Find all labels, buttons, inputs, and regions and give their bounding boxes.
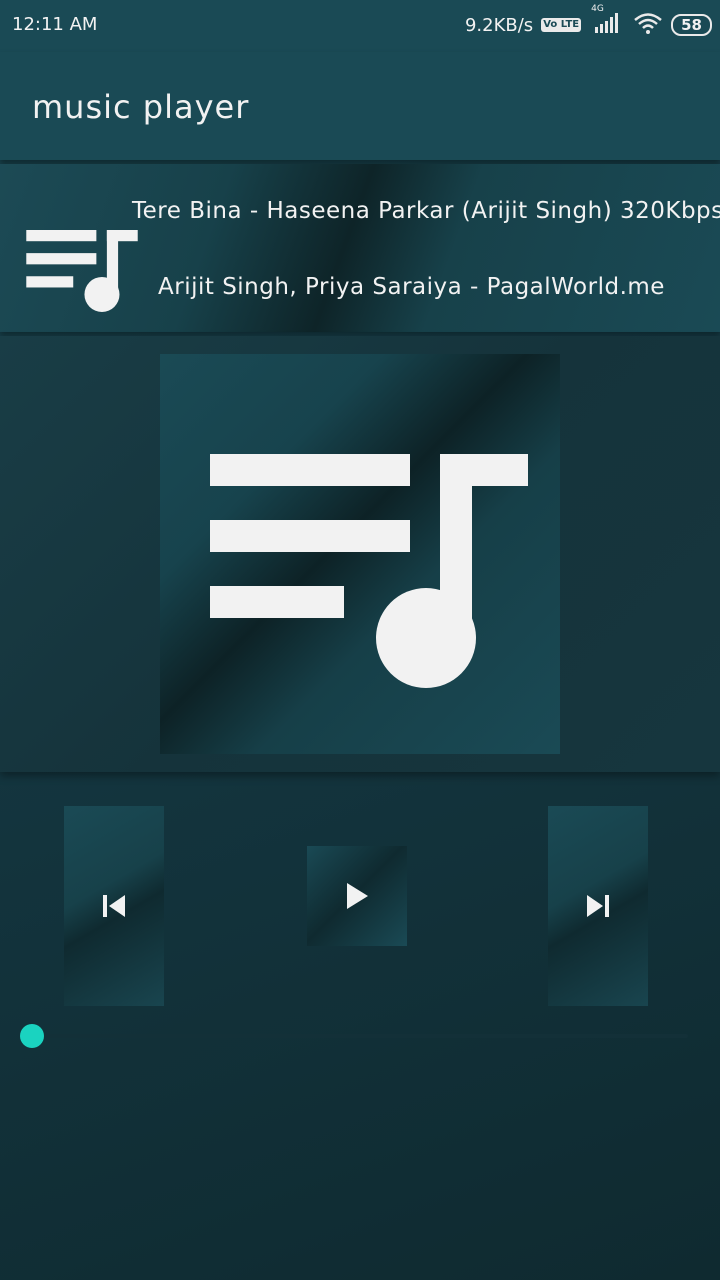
status-bar: 12:11 AM 9.2KB/s Vo LTE 4G 58 bbox=[0, 0, 720, 52]
signal-icon: 4G bbox=[589, 4, 625, 40]
album-art bbox=[160, 354, 560, 754]
play-button[interactable] bbox=[307, 846, 407, 946]
track-artist: Arijit Singh, Priya Saraiya - PagalWorld… bbox=[158, 274, 665, 300]
play-icon bbox=[347, 883, 368, 909]
playlist-music-icon bbox=[26, 230, 138, 312]
previous-button[interactable] bbox=[64, 806, 164, 1006]
app-title: music player bbox=[32, 88, 250, 126]
seek-thumb[interactable] bbox=[20, 1024, 44, 1048]
network-type-label: 4G bbox=[591, 3, 604, 14]
wifi-icon bbox=[633, 11, 663, 40]
track-title: Tere Bina - Haseena Parkar (Arijit Singh… bbox=[132, 198, 720, 224]
skip-next-icon bbox=[587, 895, 609, 917]
network-speed: 9.2KB/s bbox=[464, 14, 534, 36]
skip-previous-icon bbox=[103, 895, 125, 917]
app-bar: music player bbox=[0, 52, 720, 160]
seek-bar[interactable] bbox=[32, 1034, 688, 1038]
battery-icon: 58 bbox=[671, 14, 712, 36]
next-button[interactable] bbox=[548, 806, 648, 1006]
now-playing-bar[interactable]: Tere Bina - Haseena Parkar (Arijit Singh… bbox=[0, 164, 720, 332]
music-player-screen: 12:11 AM 9.2KB/s Vo LTE 4G 58 music play… bbox=[0, 0, 720, 1280]
volte-icon: Vo LTE bbox=[541, 18, 582, 32]
status-indicators: 9.2KB/s Vo LTE 4G 58 bbox=[464, 4, 712, 40]
status-time: 12:11 AM bbox=[12, 14, 98, 35]
album-art-panel bbox=[0, 336, 720, 772]
playlist-music-icon bbox=[210, 454, 528, 688]
